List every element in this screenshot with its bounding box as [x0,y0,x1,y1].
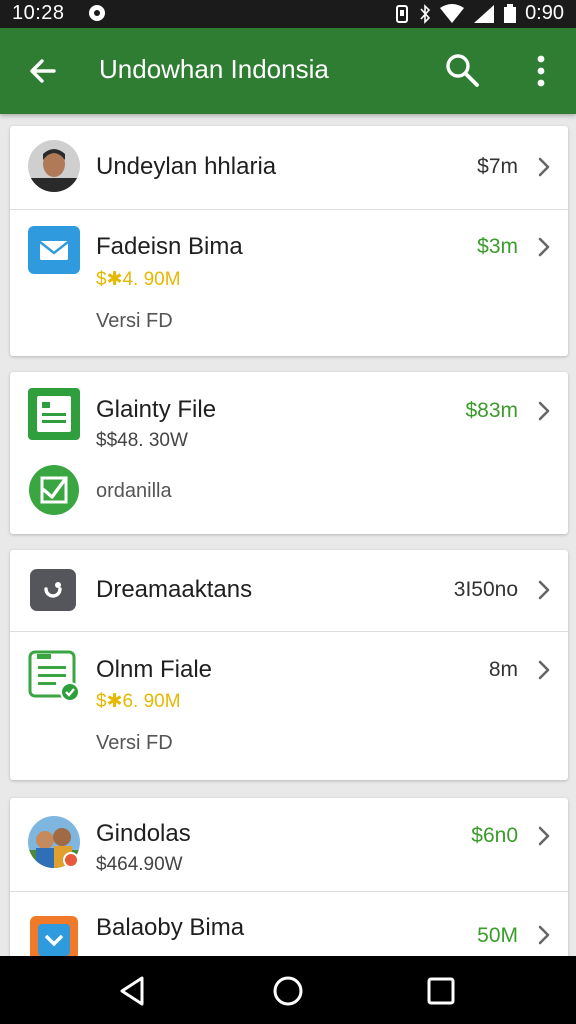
list-item[interactable]: Balaoby Bima 50M [10,892,568,956]
chevron-right-icon [538,826,550,846]
chevron-right-icon [538,580,550,600]
item-amount: 8m [488,658,518,681]
item-amount: $7m [477,155,518,178]
chevron-right-icon [538,157,550,177]
app-bar: Undowhan Indonsia [0,28,576,114]
page-title: Undowhan Indonsia [99,54,329,84]
list-item[interactable]: Olnm Fiale $✱6. 90M Versi FD 8m [10,632,568,780]
status-bar: 10:28 0:90 [0,0,576,28]
check-badge-icon [29,465,79,515]
item-name: Fadeisn Bima [96,233,243,260]
item-amount: $6n0 [471,824,518,847]
item-note: Versi FD [96,310,173,332]
chevron-right-icon [538,237,550,257]
chevron-right-icon [538,401,550,421]
dark-rounded-icon [30,569,76,611]
notification-icon [89,5,105,21]
search-icon[interactable] [444,52,480,88]
item-amount: $3m [477,235,518,258]
list-item[interactable]: Glainty File $$48. 30W $83m [10,372,568,454]
item-name: Dreamaaktans [96,576,253,603]
list-item[interactable]: Fadeisn Bima $✱4. 90M Versi FD $3m [10,210,568,356]
form-doc-icon [28,388,80,440]
account-card: Gindolas $464.90W $6n0 Balaoby Bima 50M [10,798,568,956]
more-vert-icon[interactable] [526,52,556,90]
account-card: Undeylan hhlaria $7m Fadeisn Bima $✱4. 9… [10,126,568,356]
wifi-icon [440,3,465,23]
account-card: Glainty File $$48. 30W $83m ordanilla [10,372,568,534]
vibrate-icon [396,4,409,23]
item-subtitle: $464.90W [96,854,183,875]
list-item[interactable]: Dreamaaktans 3I50no [10,550,568,632]
battery-icon [504,3,517,23]
nav-recents-icon[interactable] [424,974,458,1008]
chevron-right-icon [538,660,550,680]
nav-home-icon[interactable] [271,974,305,1008]
item-name: Balaoby Bima [96,914,245,941]
item-amount: $83m [465,399,518,422]
item-note: ordanilla [96,480,172,502]
item-subtitle: $✱4. 90M [96,269,181,290]
item-name: Glainty File [96,396,217,423]
bluetooth-icon [420,3,431,24]
avatar [28,140,80,192]
group-photo [28,816,80,868]
chevron-right-icon [538,925,550,945]
battery-text: 0:90 [525,2,564,24]
list-item[interactable]: Gindolas $464.90W $6n0 [10,798,568,892]
item-subtitle: $$48. 30W [96,430,188,451]
list-item[interactable]: Undeylan hhlaria $7m [10,126,568,210]
account-list: Undeylan hhlaria $7m Fadeisn Bima $✱4. 9… [0,114,576,956]
status-time: 10:28 [12,2,65,24]
item-note: Versi FD [96,732,173,754]
signal-icon [474,4,495,23]
system-nav-bar [0,956,576,1024]
shield-app-icon [30,916,78,956]
item-name: Olnm Fiale [96,656,213,683]
mail-icon [28,226,80,274]
list-item[interactable]: ordanilla [10,454,568,534]
doc-check-icon [28,650,80,702]
status-icons: 0:90 [393,2,564,25]
account-card: Dreamaaktans 3I50no Olnm Fiale $✱6. 90M … [10,550,568,780]
back-arrow-icon[interactable] [24,52,62,90]
item-name: Undeylan hhlaria [96,153,277,180]
item-name: Gindolas [96,820,191,847]
item-amount: 50M [477,924,518,947]
nav-back-icon[interactable] [116,974,150,1008]
item-amount: 3I50no [453,578,518,601]
item-subtitle: $✱6. 90M [96,691,181,712]
